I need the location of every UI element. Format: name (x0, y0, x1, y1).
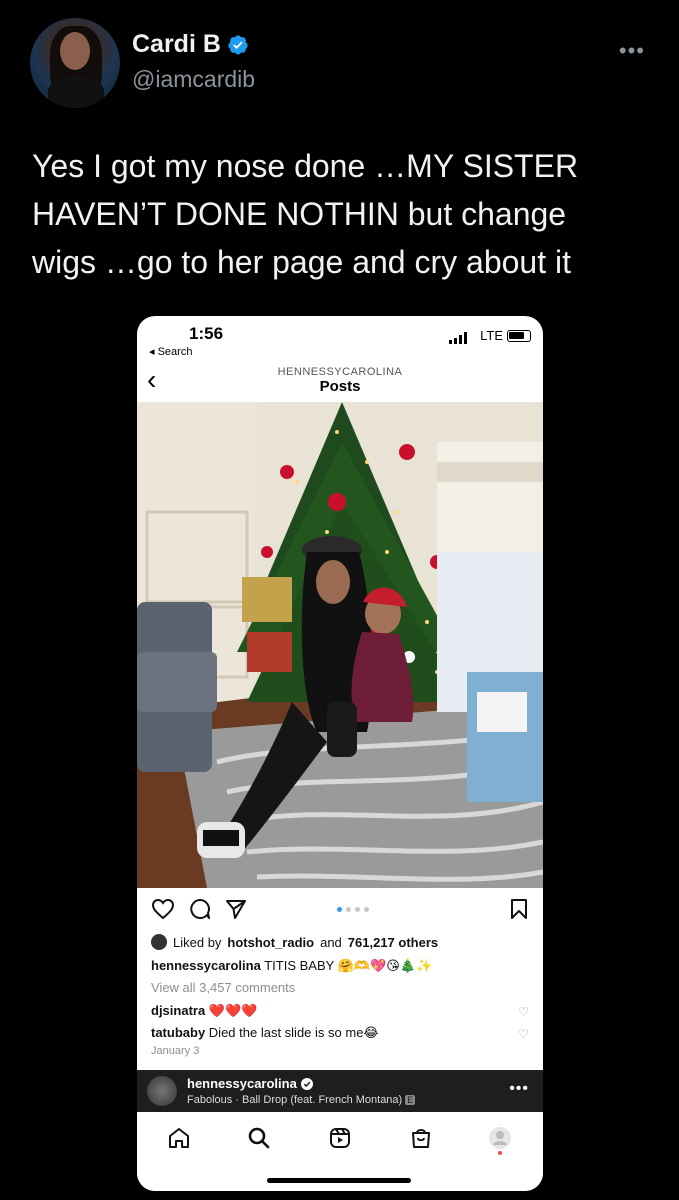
caption-text: TITIS BABY 🤗🫶💖😘🎄✨ (264, 958, 433, 973)
verified-badge-icon (228, 34, 248, 55)
comment-row: tatubaby Died the last slide is so me😂 (151, 1025, 379, 1041)
heart-icon[interactable] (151, 898, 175, 920)
more-horizontal-icon[interactable]: ••• (509, 1080, 529, 1098)
comment-row: djsinatra ❤️❤️❤️ (151, 1003, 257, 1019)
view-all-comments[interactable]: View all 3,457 comments (151, 980, 295, 995)
tweet-header: Cardi B @iamcardib ••• (30, 18, 649, 108)
search-icon[interactable] (247, 1126, 271, 1150)
post-actions (151, 898, 529, 924)
likes-count[interactable]: 761,217 others (348, 935, 438, 950)
tweet-text-line: wigs …go to her page and cry about it (32, 244, 571, 280)
comment-text: ❤️❤️❤️ (208, 1003, 258, 1018)
battery-icon (507, 330, 531, 342)
ig-nav-username: HENNESSYCAROLINA (277, 366, 403, 378)
comment-text: Died the last slide is so me😂 (208, 1025, 379, 1040)
profile-icon[interactable] (488, 1126, 512, 1156)
music-user[interactable]: hennessycarolina (187, 1076, 297, 1091)
tweet-text-line: Yes I got my nose done …MY SISTER (32, 148, 579, 184)
post-photo-illustration (137, 402, 543, 888)
carousel-dot (355, 907, 360, 912)
likes-middle: and (320, 934, 342, 950)
author-handle[interactable]: @iamcardib (132, 66, 255, 93)
ig-tab-bar (137, 1112, 543, 1191)
avatar-dress (48, 76, 104, 108)
comment-user[interactable]: djsinatra (151, 1003, 205, 1018)
carousel-dot (346, 907, 351, 912)
send-icon[interactable] (225, 898, 247, 920)
comment-like-icon[interactable]: ♡ (518, 1027, 529, 1041)
ig-nav-bar: ‹ HENNESSYCAROLINA Posts (137, 362, 543, 402)
carousel-dots (337, 907, 369, 912)
reels-icon[interactable] (328, 1126, 352, 1150)
carousel-dot-active (337, 907, 342, 912)
signal-icon (449, 332, 467, 344)
explicit-badge: E (405, 1095, 416, 1105)
post-caption: hennessycarolina TITIS BABY 🤗🫶💖😘🎄✨ (151, 958, 432, 974)
post-date: January 3 (151, 1045, 200, 1057)
comment-like-icon[interactable]: ♡ (518, 1005, 529, 1019)
music-track-row: Fabolous · Ball Drop (feat. French Monta… (187, 1094, 416, 1106)
music-bar[interactable]: hennessycarolina Fabolous · Ball Drop (f… (137, 1070, 543, 1112)
likes-row[interactable]: Liked by hotshot_radio and 761,217 other… (151, 934, 438, 950)
attached-screenshot[interactable]: 1:56 ◂ Search LTE ‹ HENNESSYCAROLINA Pos… (137, 316, 543, 1191)
bookmark-icon[interactable] (509, 898, 529, 920)
back-chevron-icon: ‹ (147, 364, 157, 395)
more-horizontal-icon[interactable]: ••• (619, 38, 645, 64)
author-display-name[interactable]: Cardi B (132, 30, 221, 59)
status-time: 1:56 (189, 324, 224, 343)
comment-icon[interactable] (189, 898, 211, 920)
network-type: LTE (480, 328, 503, 343)
music-user-row: hennessycarolina (187, 1076, 313, 1091)
status-bar: 1:56 ◂ Search LTE (137, 316, 543, 366)
author-name-row[interactable]: Cardi B (132, 30, 249, 59)
carousel-dot (364, 907, 369, 912)
comment-user[interactable]: tatubaby (151, 1025, 205, 1040)
likes-user[interactable]: hotshot_radio (227, 935, 314, 950)
author-avatar[interactable] (30, 18, 120, 108)
music-track[interactable]: Fabolous · Ball Drop (feat. French Monta… (187, 1094, 402, 1106)
shop-bag-icon[interactable] (409, 1126, 433, 1150)
tweet-text: Yes I got my nose done …MY SISTER HAVEN’… (32, 142, 652, 286)
avatar-face (60, 32, 90, 70)
home-icon[interactable] (167, 1126, 191, 1150)
caption-user[interactable]: hennessycarolina (151, 958, 261, 973)
liker-avatar (151, 934, 167, 950)
music-avatar (147, 1076, 177, 1106)
post-photo (137, 402, 543, 888)
likes-prefix: Liked by (173, 934, 222, 950)
home-indicator (267, 1178, 411, 1183)
ig-nav-title: Posts (319, 378, 361, 395)
back-to-search: ◂ Search (149, 346, 193, 358)
verified-badge-icon (300, 1077, 313, 1090)
tweet-text-line: HAVEN’T DONE NOTHIN but change (32, 196, 567, 232)
